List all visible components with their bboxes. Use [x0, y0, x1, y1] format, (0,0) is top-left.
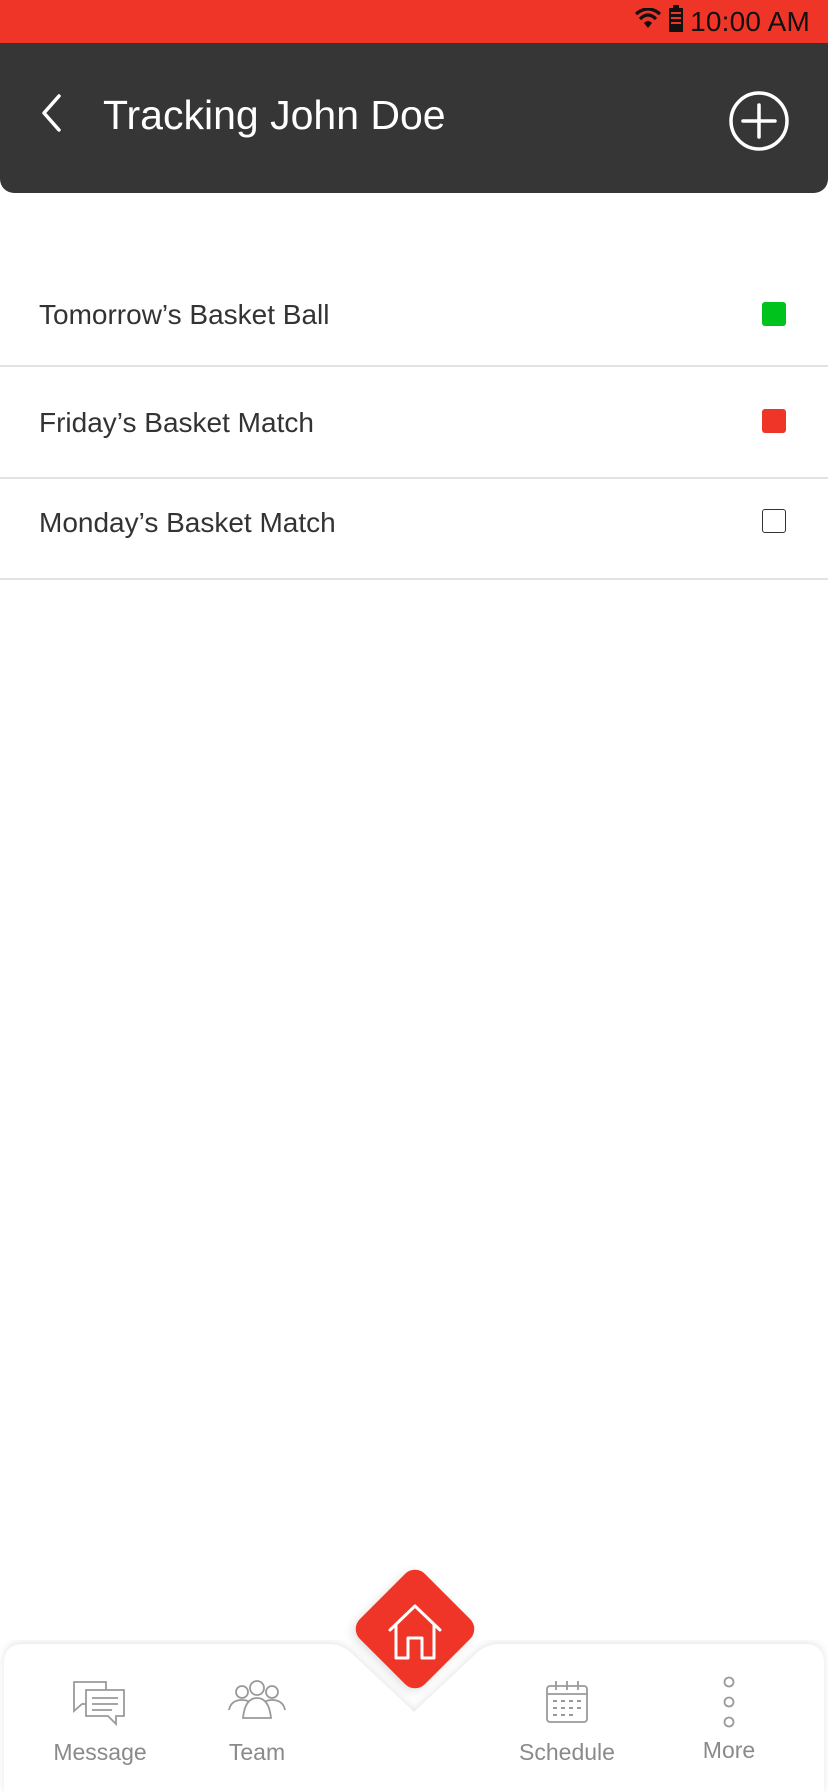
nav-message-label: Message [53, 1739, 147, 1765]
app-header: Tracking John Doe [0, 43, 828, 193]
list-item[interactable]: Friday’s Basket Match [0, 367, 828, 479]
nav-schedule[interactable]: Schedule [497, 1678, 637, 1778]
event-list: Tomorrow’s Basket Ball Friday’s Basket M… [0, 265, 828, 580]
nav-more-label: More [702, 1737, 756, 1763]
status-bar: 10:00 AM [0, 0, 828, 43]
nav-message[interactable]: Message [30, 1678, 170, 1778]
status-indicator-empty[interactable] [762, 509, 786, 533]
nav-schedule-label: Schedule [519, 1739, 615, 1765]
list-item[interactable]: Monday’s Basket Match [0, 479, 828, 580]
status-indicator-red [762, 409, 786, 433]
event-label: Tomorrow’s Basket Ball [39, 299, 330, 330]
event-label: Friday’s Basket Match [39, 407, 314, 438]
back-button[interactable] [30, 93, 74, 137]
battery-icon [668, 5, 684, 38]
calendar-icon [543, 1678, 591, 1731]
list-item[interactable]: Tomorrow’s Basket Ball [0, 265, 828, 367]
status-time: 10:00 AM [690, 5, 810, 37]
event-label: Monday’s Basket Match [39, 507, 336, 538]
status-indicator-green [762, 302, 786, 326]
message-icon [72, 1678, 128, 1731]
page-title: Tracking John Doe [103, 92, 446, 138]
wifi-icon [634, 7, 662, 35]
add-button[interactable] [728, 90, 790, 152]
nav-more[interactable]: More [659, 1676, 799, 1776]
more-vertical-icon [719, 1676, 739, 1733]
nav-team-label: Team [228, 1739, 286, 1765]
team-icon [227, 1678, 287, 1731]
chevron-left-icon [39, 93, 65, 138]
plus-circle-icon [728, 91, 790, 156]
status-bar-right: 10:00 AM [634, 0, 810, 43]
nav-team[interactable]: Team [187, 1678, 327, 1778]
